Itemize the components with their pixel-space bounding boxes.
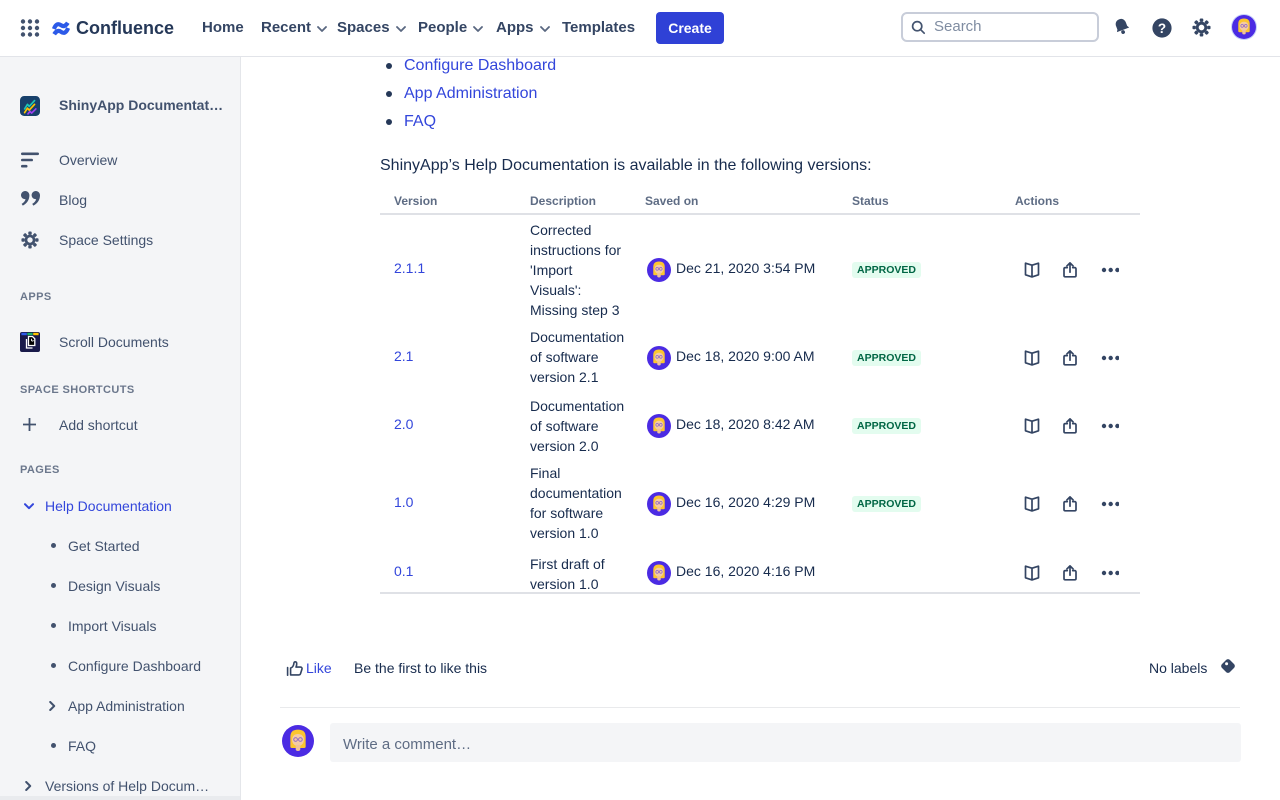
svg-text:?: ?	[1158, 21, 1166, 36]
